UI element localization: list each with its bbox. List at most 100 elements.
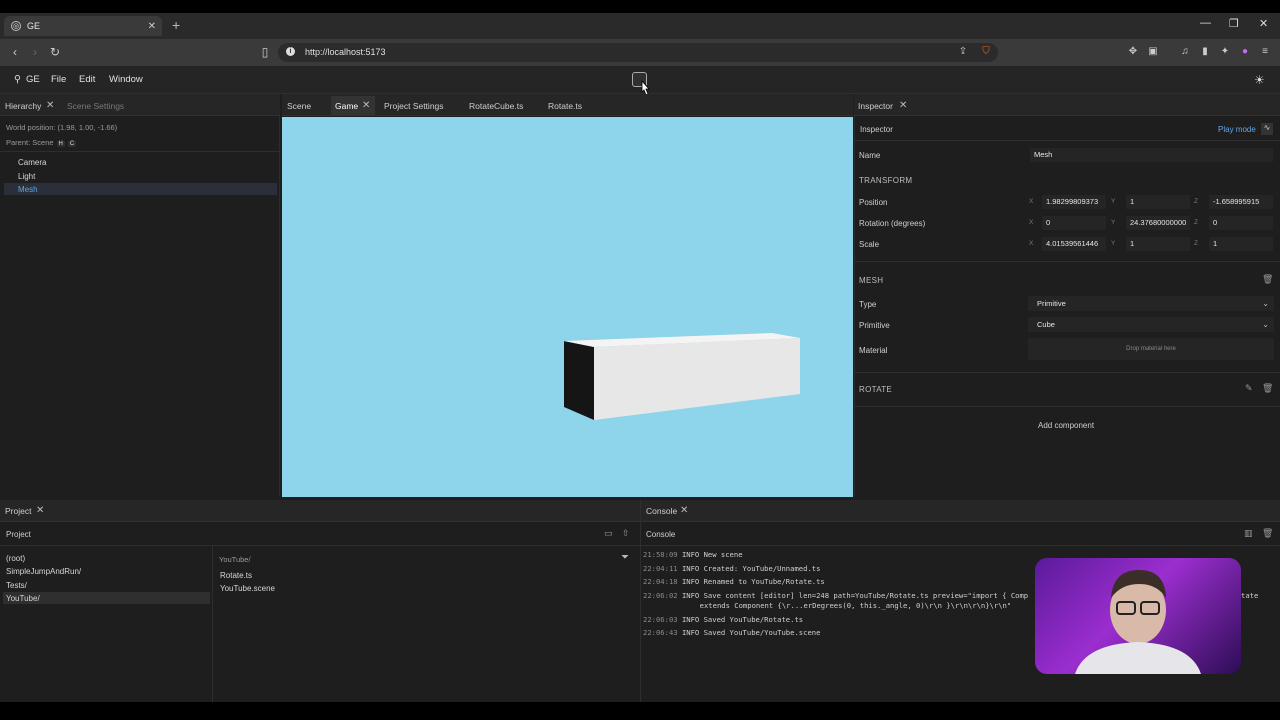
new-tab-icon[interactable]: + [172, 17, 180, 33]
rotation-y-input[interactable]: 24.37680000000 [1126, 216, 1190, 230]
share-icon[interactable]: ⇪ [957, 46, 969, 58]
rotation-x-input[interactable]: 0 [1042, 216, 1106, 230]
console-line: 22:06:02 INFO Save content [editor] len=… [643, 591, 1029, 600]
tab-rotate[interactable]: Rotate.ts [548, 101, 582, 111]
close-console-icon[interactable]: ✕ [680, 505, 688, 516]
forward-icon[interactable]: › [28, 45, 42, 59]
axis-z: Z [1194, 219, 1198, 226]
world-position: World position: (1.98, 1.00, -1.66) [6, 123, 118, 132]
sidebar-icon[interactable]: ▮ [1199, 46, 1211, 58]
name-input[interactable]: Mesh [1030, 148, 1273, 162]
close-hierarchy-icon[interactable]: ✕ [46, 100, 54, 111]
tree-item-mesh[interactable]: Mesh [18, 185, 38, 194]
url-text[interactable]: http://localhost:5173 [305, 47, 386, 57]
trash-icon[interactable]: 🗑 [1262, 274, 1273, 285]
screenshot-icon[interactable]: ▣ [1147, 46, 1159, 58]
tab-project-settings[interactable]: Project Settings [384, 101, 444, 111]
game-viewport[interactable] [282, 117, 853, 497]
folder-simplejumpandrun[interactable]: SimpleJumpAndRun/ [6, 567, 81, 576]
position-label: Position [859, 198, 888, 207]
key-c[interactable]: C [67, 141, 77, 147]
folder-root[interactable]: (root) [6, 554, 25, 563]
tab-project[interactable]: Project [5, 506, 31, 516]
tab-game[interactable]: Game [335, 101, 358, 111]
browser-tab[interactable]: ◎ GE ✕ [4, 16, 162, 36]
restore-icon[interactable]: ❐ [1229, 17, 1239, 30]
extensions-icon[interactable]: ✥ [1127, 46, 1139, 58]
edit-icon[interactable]: ✎ [1245, 383, 1253, 394]
clear-icon[interactable]: 🗑 [1262, 528, 1273, 539]
console-line: 22:04:18 INFO Renamed to YouTube/Rotate.… [643, 577, 825, 586]
back-icon[interactable]: ‹ [8, 45, 22, 59]
close-game-tab-icon[interactable]: ✕ [362, 100, 370, 111]
reload-icon[interactable]: ↻ [48, 45, 62, 59]
wallet-icon[interactable]: ● [1239, 46, 1251, 58]
mesh-title: MESH [859, 276, 884, 285]
menu-icon[interactable]: ≡ [1259, 46, 1271, 58]
play-mode-label[interactable]: Play mode [1218, 125, 1256, 134]
tab-rotatecube[interactable]: RotateCube.ts [469, 101, 523, 111]
tab-inspector[interactable]: Inspector [858, 101, 893, 111]
hierarchy-tabs [0, 94, 280, 116]
close-window-icon[interactable]: ✕ [1259, 17, 1268, 30]
copy-icon[interactable]: ▥ [1244, 528, 1253, 539]
close-project-icon[interactable]: ✕ [36, 505, 44, 516]
tree-item-light[interactable]: Light [18, 172, 35, 181]
primitive-select[interactable]: Cube ⌄ [1028, 317, 1274, 332]
scale-z-input[interactable]: 1 [1209, 237, 1273, 251]
divider [640, 500, 641, 702]
activity-icon[interactable]: ∿ [1261, 123, 1273, 135]
bookmark-icon[interactable]: ▯ [258, 45, 272, 59]
chevron-down-icon: ⌄ [1262, 320, 1269, 329]
divider [855, 140, 1280, 141]
position-z-input[interactable]: -1.658995915 [1209, 195, 1273, 209]
file-rotate[interactable]: Rotate.ts [220, 571, 252, 580]
menu-file[interactable]: File [51, 74, 66, 85]
theme-toggle-icon[interactable]: ☀ [1254, 73, 1265, 87]
folder-tests[interactable]: Tests/ [6, 581, 27, 590]
scale-x-input[interactable]: 4.01539561446 [1042, 237, 1106, 251]
new-folder-icon[interactable]: ▭ [604, 528, 613, 539]
close-tab-icon[interactable]: ✕ [148, 21, 156, 32]
material-label: Material [859, 346, 888, 355]
leo-icon[interactable]: ✦ [1219, 46, 1231, 58]
tab-scene-settings[interactable]: Scene Settings [67, 101, 124, 111]
rotate-title: ROTATE [859, 385, 893, 394]
media-icon[interactable]: ♫ [1179, 46, 1191, 58]
console-header: Console [646, 530, 676, 539]
key-h[interactable]: H [56, 141, 65, 147]
material-drop-zone[interactable]: Drop material here [1028, 338, 1274, 360]
console-overflow-text: tate [1241, 591, 1259, 600]
name-label: Name [859, 151, 881, 160]
tab-hierarchy[interactable]: Hierarchy [5, 101, 41, 111]
upload-icon[interactable]: ⇧ [622, 528, 630, 539]
address-bar[interactable] [278, 43, 998, 62]
scale-y-input[interactable]: 1 [1126, 237, 1190, 251]
filter-icon[interactable]: ⏷ [621, 552, 629, 563]
type-label: Type [859, 300, 877, 309]
info-icon[interactable]: i [286, 47, 295, 56]
file-youtube-scene[interactable]: YouTube.scene [220, 584, 275, 593]
add-component-button[interactable]: Add component [1038, 421, 1094, 430]
menu-edit[interactable]: Edit [79, 74, 95, 85]
axis-y: Y [1111, 198, 1116, 205]
menu-window[interactable]: Window [109, 74, 143, 85]
trash-icon[interactable]: 🗑 [1262, 383, 1273, 394]
folder-youtube[interactable]: YouTube/ [6, 594, 40, 603]
current-path: YouTube/ [219, 555, 251, 564]
tab-scene[interactable]: Scene [287, 101, 311, 111]
type-select[interactable]: Primitive ⌄ [1028, 296, 1274, 311]
screen-bottom-bar [0, 702, 1280, 720]
console-line: 21:58:09 INFO New scene [643, 550, 743, 559]
close-inspector-icon[interactable]: ✕ [899, 100, 907, 111]
scale-label: Scale [859, 240, 880, 249]
rotation-z-input[interactable]: 0 [1209, 216, 1273, 230]
app-logo-icon: ⚲ [14, 74, 21, 85]
tab-console[interactable]: Console [646, 506, 677, 516]
position-x-input[interactable]: 1.98299809373 [1042, 195, 1106, 209]
brave-shield-icon[interactable]: ⛉ [980, 46, 992, 58]
position-y-input[interactable]: 1 [1126, 195, 1190, 209]
minimize-icon[interactable]: — [1200, 17, 1211, 29]
tree-item-camera[interactable]: Camera [18, 158, 46, 167]
menu-app[interactable]: GE [26, 74, 40, 85]
